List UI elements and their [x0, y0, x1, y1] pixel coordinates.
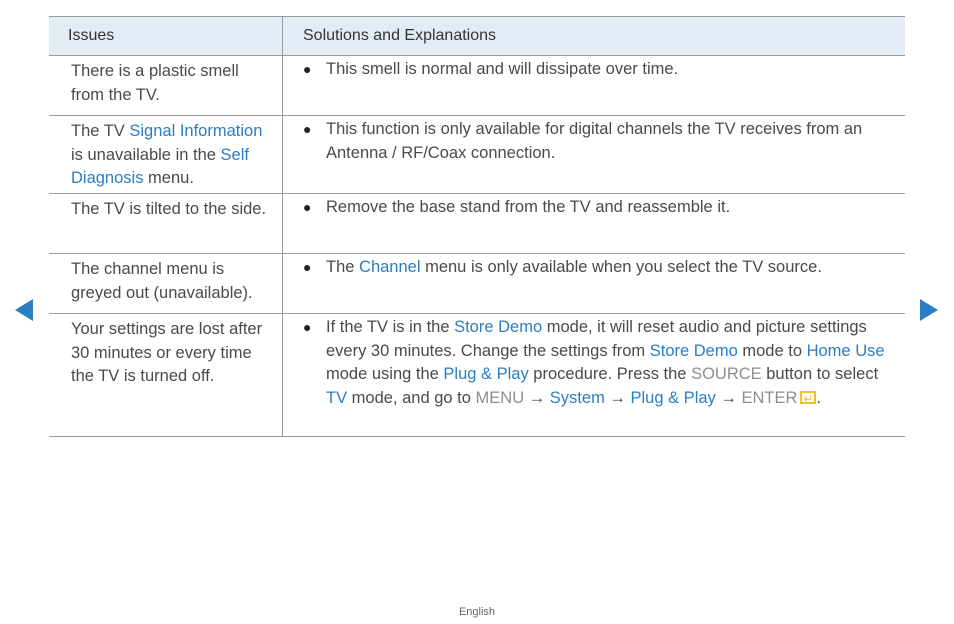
bullet-dot-icon: ● — [303, 61, 312, 77]
table-row: The TV is tilted to the side. ● Remove t… — [49, 194, 905, 254]
menu-link-text: Signal Information — [129, 122, 263, 140]
solution-cell: ● This function is only available for di… — [283, 116, 905, 193]
solution-text: This function is only available for digi… — [326, 118, 885, 165]
table-row: The channel menu is greyed out (unavaila… — [49, 254, 905, 314]
text-segment: If the TV is in the — [326, 318, 455, 336]
text-segment: There is a plastic smell from the TV. — [71, 62, 239, 104]
text-segment: mode, and go to — [347, 388, 476, 407]
menu-link-text: Channel — [359, 258, 421, 276]
menu-link-text: Plug & Play — [630, 388, 716, 407]
issue-cell: The channel menu is greyed out (unavaila… — [49, 254, 283, 313]
solution-bullet: ● If the TV is in the Store Demo mode, i… — [303, 316, 885, 411]
solution-cell: ● This smell is normal and will dissipat… — [283, 56, 905, 115]
solution-cell: ● If the TV is in the Store Demo mode, i… — [283, 314, 905, 436]
text-segment: button to select — [761, 365, 879, 383]
solution-cell: ● The Channel menu is only available whe… — [283, 254, 905, 313]
header-solutions: Solutions and Explanations — [303, 27, 497, 44]
bullet-dot-icon: ● — [303, 199, 312, 215]
table-row: There is a plastic smell from the TV. ● … — [49, 56, 905, 116]
text-segment: → — [604, 388, 631, 407]
table-row: The TV Signal Information is unavailable… — [49, 116, 905, 194]
button-name-text: ENTER — [741, 388, 798, 407]
text-segment: The TV is tilted to the side. — [71, 200, 267, 218]
menu-link-text: Store Demo — [649, 341, 738, 360]
menu-link-text: System — [549, 388, 605, 407]
solution-text: The Channel menu is only available when … — [326, 256, 885, 280]
button-name-text: MENU — [475, 388, 525, 407]
menu-link-text: Store Demo — [454, 318, 543, 336]
text-segment: → — [715, 388, 742, 407]
text-segment: This smell is normal and will dissipate … — [326, 60, 679, 78]
solution-text: If the TV is in the Store Demo mode, it … — [326, 316, 885, 411]
text-segment: The channel menu is greyed out (unavaila… — [71, 260, 253, 302]
text-segment: menu is only available when you select t… — [420, 258, 822, 276]
footer-language: English — [458, 606, 496, 618]
text-segment: menu. — [143, 169, 194, 187]
issue-cell: The TV is tilted to the side. — [49, 194, 283, 253]
menu-link-text: Home Use — [806, 341, 885, 360]
table-row: Your settings are lost after 30 minutes … — [49, 314, 905, 437]
bullet-dot-icon: ● — [303, 259, 312, 275]
text-segment: procedure. Press the — [528, 365, 692, 383]
text-segment: → — [524, 388, 550, 407]
solution-bullet: ● This function is only available for di… — [303, 118, 885, 165]
solution-bullet: ● The Channel menu is only available whe… — [303, 256, 885, 280]
text-segment: The — [326, 258, 360, 276]
issue-cell: Your settings are lost after 30 minutes … — [49, 314, 283, 436]
text-segment: mode to — [737, 341, 807, 360]
text-segment: This function is only available for digi… — [326, 120, 863, 162]
solution-bullet: ● Remove the base stand from the TV and … — [303, 196, 885, 220]
solution-text: Remove the base stand from the TV and re… — [326, 196, 885, 220]
issue-cell: The TV Signal Information is unavailable… — [49, 116, 283, 193]
solution-bullet: ● This smell is normal and will dissipat… — [303, 58, 885, 82]
solution-text: This smell is normal and will dissipate … — [326, 58, 885, 82]
text-segment: . — [816, 388, 821, 407]
prev-page-arrow-icon[interactable] — [15, 299, 33, 321]
bullet-dot-icon: ● — [303, 319, 312, 335]
table-header: Issues Solutions and Explanations — [49, 17, 905, 56]
enter-icon — [800, 388, 817, 411]
text-segment: Remove the base stand from the TV and re… — [326, 198, 731, 216]
solution-cell: ● Remove the base stand from the TV and … — [283, 194, 905, 253]
text-segment: is unavailable in the — [71, 145, 221, 164]
issue-cell: There is a plastic smell from the TV. — [49, 56, 283, 115]
text-segment: Your settings are lost after 30 minutes … — [71, 320, 263, 385]
bullet-dot-icon: ● — [303, 121, 312, 137]
menu-link-text: Plug & Play — [443, 365, 529, 383]
menu-link-text: TV — [326, 388, 348, 407]
text-segment: mode using the — [326, 365, 444, 383]
button-name-text: SOURCE — [691, 365, 762, 383]
text-segment: The TV — [71, 122, 130, 140]
next-page-arrow-icon[interactable] — [920, 299, 938, 321]
header-issues: Issues — [49, 17, 283, 55]
troubleshooting-table: Issues Solutions and Explanations There … — [49, 16, 905, 437]
